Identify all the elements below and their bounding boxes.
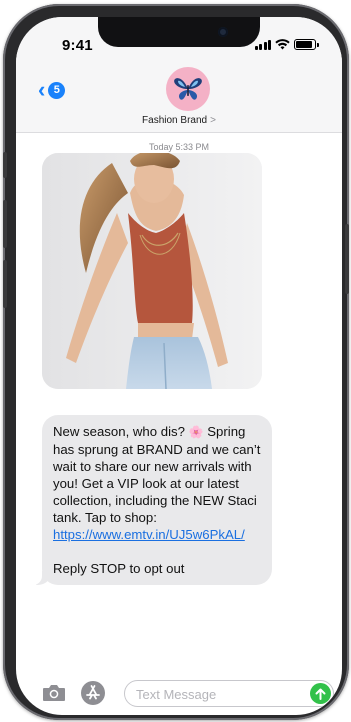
composer-bar: Text Message [16,679,342,715]
message-image[interactable] [42,153,262,389]
notch [98,17,260,47]
phone-frame: 9:41 ‹ 5 Fashion Brand > Today 5:33 PM N… [3,4,349,720]
message-text-prefix: New season, who dis? [53,424,189,439]
volume-up-button [3,200,7,248]
status-icons [254,39,319,50]
app-store-icon[interactable] [80,680,106,706]
signal-icon [254,39,271,50]
volume-down-button [3,260,7,308]
message-text-body: Spring has sprung at BRAND and we can’t … [53,424,261,525]
photo-model-icon [42,153,262,389]
unread-count-badge: 5 [48,81,66,99]
arrow-up-icon [315,688,326,700]
front-camera [218,27,228,37]
contact-name: Fashion Brand [142,115,208,126]
contact-chevron-icon: > [210,115,216,126]
camera-icon[interactable] [42,683,66,702]
cherry-blossom-emoji: 🌸 [188,425,204,439]
wifi-icon [275,39,290,50]
message-timestamp: Today 5:33 PM [148,142,210,152]
contact-avatar[interactable] [166,67,210,111]
butterfly-icon [174,78,202,100]
message-bubble: New season, who dis? 🌸 Spring has sprung… [32,415,272,585]
back-chevron-icon: ‹ [38,77,46,102]
mute-switch [3,152,7,178]
status-time: 9:41 [62,37,93,54]
message-link[interactable]: https://www.emtv.in/UJ5w6PkAL/ [53,527,245,542]
contact-name-button[interactable]: Fashion Brand > [16,115,342,126]
battery-icon [294,39,319,50]
battery-level [296,41,313,48]
screen: 9:41 ‹ 5 Fashion Brand > Today 5:33 PM N… [16,17,342,715]
back-button[interactable]: ‹ 5 [38,77,66,102]
power-button [345,224,349,294]
message-input[interactable]: Text Message [124,680,334,707]
opt-out-text: Reply STOP to opt out [53,561,185,576]
send-button[interactable] [310,683,331,704]
